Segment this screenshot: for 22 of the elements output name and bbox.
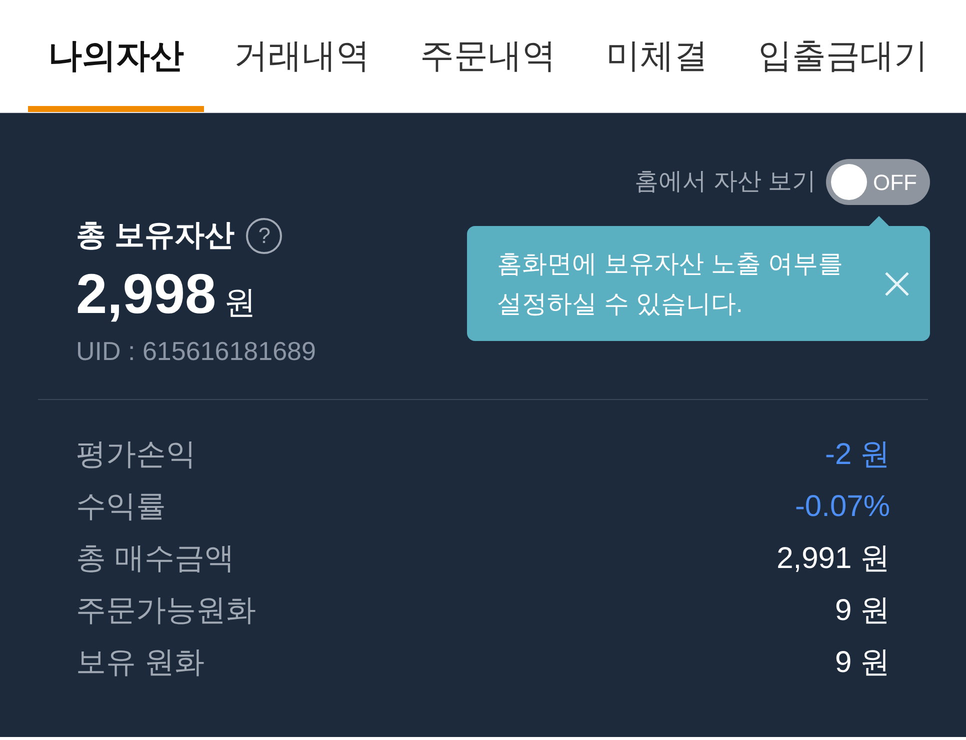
row-value: -2 원 (824, 436, 890, 472)
total-assets-title: 총 보유자산 (76, 218, 234, 254)
row-value: 2,991 원 (776, 540, 890, 576)
toggle-label: 홈에서 자산 보기 (634, 167, 816, 197)
row-label: 수익률 (76, 488, 166, 524)
row-value: -0.07% (794, 488, 890, 524)
help-icon[interactable]: ? (246, 218, 282, 254)
total-amount: 2,998 (76, 261, 216, 327)
row-value: 9 원 (834, 592, 890, 628)
tab[interactable]: 미체결 (606, 0, 708, 112)
currency-unit: 원 (224, 283, 256, 322)
row-label: 평가손익 (76, 436, 196, 472)
uid-text: UID : 615616181689 (76, 335, 317, 368)
tab[interactable]: 입출금대기 (758, 0, 928, 112)
row-value: 9 원 (834, 644, 890, 680)
row-label: 총 매수금액 (76, 540, 234, 576)
tab[interactable]: 주문내역 (420, 0, 556, 112)
close-icon[interactable] (884, 270, 910, 296)
tab[interactable]: 거래내역 (234, 0, 370, 112)
row-label: 주문가능원화 (76, 592, 256, 628)
row-label: 보유 원화 (76, 644, 204, 680)
tooltip-text: 홈화면에 보유자산 노출 여부를 설정하실 수 있습니다. (497, 248, 844, 320)
